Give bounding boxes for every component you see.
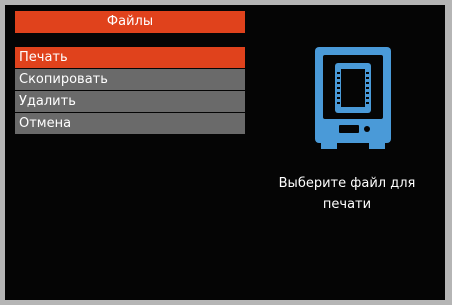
- menu-item-cancel[interactable]: Отмена: [15, 113, 245, 134]
- menu-item-print[interactable]: Печать: [15, 47, 245, 68]
- select-file-prompt: Выберите файл для печати: [257, 173, 437, 215]
- file-action-menu: Печать Скопировать Удалить Отмена: [15, 47, 245, 135]
- menu-item-copy[interactable]: Скопировать: [15, 69, 245, 90]
- device-screen: Файлы Печать Скопировать Удалить Отмена: [5, 5, 445, 300]
- prompt-line-1: Выберите файл для: [278, 176, 416, 191]
- prompt-line-2: печати: [322, 197, 372, 212]
- printer-file-icon: [315, 47, 391, 149]
- menu-item-delete[interactable]: Удалить: [15, 91, 245, 112]
- files-panel-title: Файлы: [15, 11, 245, 33]
